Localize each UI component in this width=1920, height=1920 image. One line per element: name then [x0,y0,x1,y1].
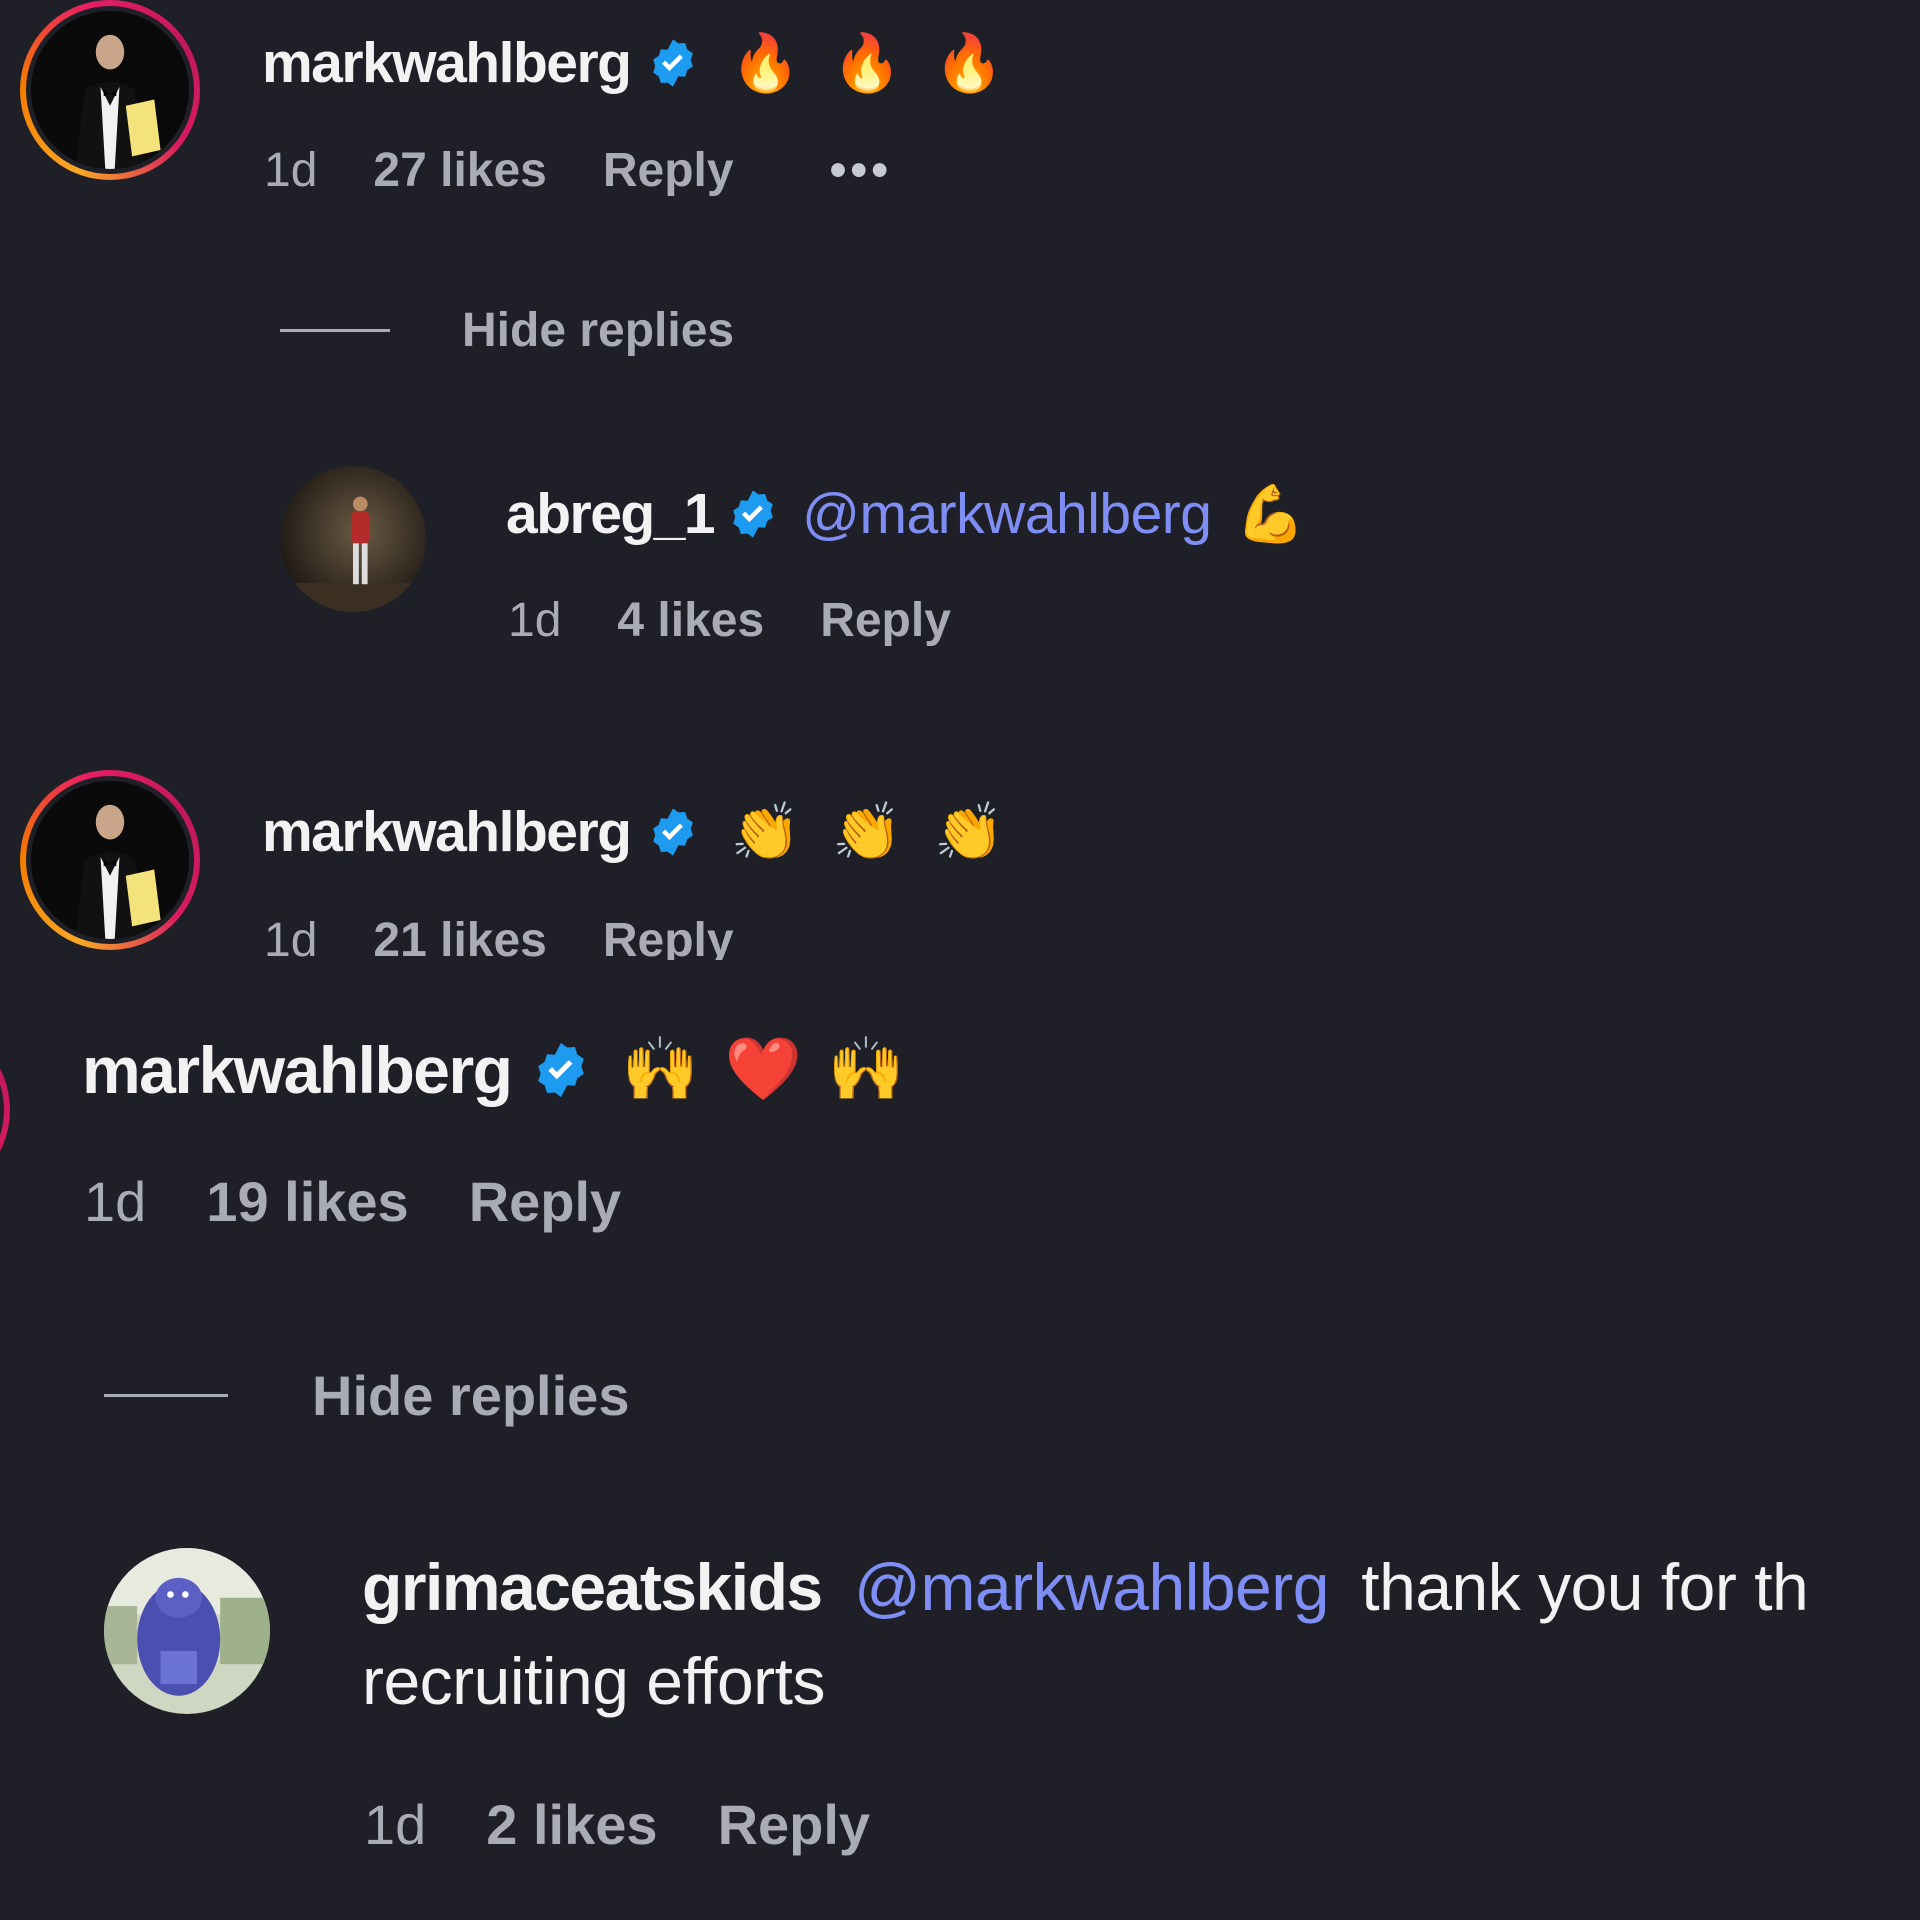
comment-body: grimaceatskids @markwahlberg thank you f… [362,1540,1809,1728]
comment: markwahlberg 🙌 ❤️ 🙌 1d 19 likes Reply [0,1020,1920,1260]
comment: markwahlberg 👏 👏 👏 1d 21 likes Reply [0,770,1920,960]
verified-badge-icon [726,487,780,541]
reply-button[interactable]: Reply [603,913,734,961]
comment: markwahlberg 🔥 🔥 🔥 1d 27 likes Reply ••• [0,0,1920,205]
avatar[interactable] [20,0,200,180]
likes-count[interactable]: 4 likes [617,593,764,648]
more-options-icon[interactable]: ••• [830,143,892,198]
avatar-image [31,11,189,169]
likes-count[interactable]: 2 likes [486,1792,657,1857]
verified-badge-icon [646,36,700,90]
hide-replies-label: Hide replies [462,303,735,357]
comment-emojis: 👏 👏 👏 [730,804,1003,860]
divider [104,1393,228,1397]
username[interactable]: grimaceatskids [362,1550,823,1624]
fire-emoji: 🔥 [730,31,801,94]
avatar[interactable] [280,466,426,612]
timestamp: 1d [84,1169,147,1233]
comment-text-continued: recruiting efforts [362,1644,826,1718]
red-heart-emoji: ❤️ [724,1035,802,1104]
raising-hands-emoji: 🙌 [621,1035,699,1104]
fire-emoji: 🔥 [933,31,1004,94]
username[interactable]: abreg_1 [506,481,716,547]
verified-badge-icon [646,805,700,859]
likes-count[interactable]: 21 likes [373,913,546,961]
comment-emojis: 🙌 ❤️ 🙌 [622,1039,906,1101]
clapping-hands-emoji: 👏 [832,800,902,863]
avatar-image [280,466,426,612]
comment-header: markwahlberg 👏 👏 👏 [262,796,1004,868]
comment-header: markwahlberg 🙌 ❤️ 🙌 [82,1030,905,1110]
clapping-hands-emoji: 👏 [933,800,1004,863]
comment-meta: 1d 4 likes Reply [508,590,1047,650]
reply-comment: abreg_1 @markwahlberg 💪 1d 4 likes Reply [0,460,1920,650]
raising-hands-emoji: 🙌 [827,1035,906,1104]
reply-button[interactable]: Reply [469,1169,622,1234]
avatar[interactable] [0,1020,10,1200]
username[interactable]: markwahlberg [82,1032,513,1108]
reply-button[interactable]: Reply [718,1792,871,1857]
timestamp: 1d [364,1792,427,1856]
avatar[interactable] [20,770,200,950]
comments-panel: markwahlberg 🔥 🔥 🔥 1d 27 likes Reply •••… [0,0,1920,1920]
comment-header: abreg_1 @markwahlberg 💪 [506,474,1305,554]
flexed-biceps-emoji: 💪 [1235,482,1306,545]
reply-comment: grimaceatskids @markwahlberg thank you f… [0,1540,1920,1920]
avatar-image [31,781,189,939]
avatar[interactable] [104,1548,270,1714]
likes-count[interactable]: 19 likes [206,1169,408,1234]
verified-badge-icon [530,1039,592,1101]
clapping-hands-emoji: 👏 [730,800,801,863]
username[interactable]: markwahlberg [262,30,632,96]
comment-meta: 1d 19 likes Reply [84,1166,717,1236]
username[interactable]: markwahlberg [262,799,632,865]
reply-button[interactable]: Reply [603,143,734,198]
comment-meta: 1d 27 likes Reply ••• [264,140,892,200]
hide-replies-button[interactable]: Hide replies [104,1360,629,1430]
likes-count[interactable]: 27 likes [373,143,546,198]
avatar-image [104,1548,270,1714]
divider [280,328,390,332]
mention-link[interactable]: @markwahlberg [802,481,1212,547]
timestamp: 1d [264,913,318,961]
fire-emoji: 🔥 [832,31,902,94]
hide-replies-button[interactable]: Hide replies [280,300,734,360]
comment-text: thank you for th [1361,1550,1809,1624]
timestamp: 1d [508,593,562,647]
hide-replies-label: Hide replies [312,1363,630,1427]
timestamp: 1d [264,143,318,197]
comment-emojis: 🔥 🔥 🔥 [730,35,1003,91]
mention-link[interactable]: @markwahlberg [854,1550,1330,1624]
comment-meta: 1d 21 likes Reply [264,910,830,961]
comment-header: markwahlberg 🔥 🔥 🔥 [262,28,1004,98]
reply-button[interactable]: Reply [820,593,951,648]
comment-emojis: 💪 [1235,486,1305,542]
comment-meta: 1d 2 likes Reply [364,1784,966,1864]
